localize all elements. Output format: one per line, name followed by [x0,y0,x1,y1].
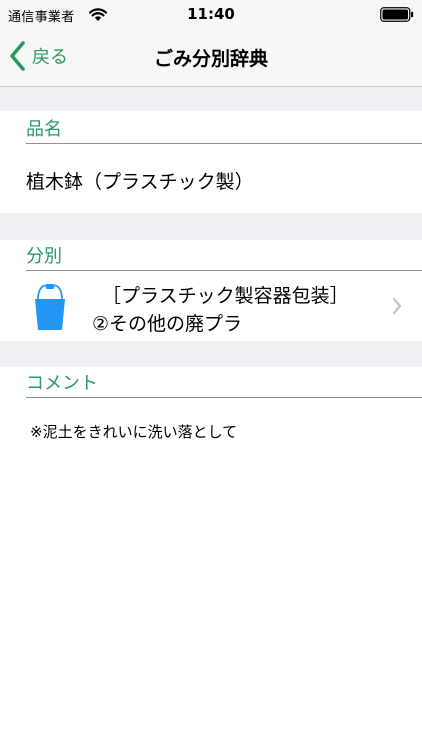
item-name-header: 品名 [26,113,422,144]
status-time: 11:40 [187,5,235,23]
category-header: 分別 [26,240,422,271]
battery-icon [380,7,414,22]
navigation-bar: 戻る ごみ分別辞典 [0,28,422,87]
comment-header-label: コメント [26,373,98,394]
section-divider [0,87,422,111]
category-type: ［プラスチック製容器包装］ [102,285,349,307]
item-name: 植木鉢（プラスチック製） [26,171,254,193]
category-name: ②その他の廃プラ [92,313,243,335]
category-header-label: 分別 [26,246,62,267]
status-bar: 通信事業者 11:40 [0,0,422,28]
chevron-right-icon [392,297,402,315]
category-row[interactable]: ［プラスチック製容器包装］ ②その他の廃プラ [0,271,422,341]
section-divider [0,213,422,240]
bucket-icon [35,284,65,330]
item-name-header-label: 品名 [26,119,62,140]
section-divider [0,341,422,367]
page-title: ごみ分別辞典 [153,48,268,70]
comment-header: コメント [26,367,422,398]
comment-text: ※泥土をきれいに洗い落として [30,423,238,441]
